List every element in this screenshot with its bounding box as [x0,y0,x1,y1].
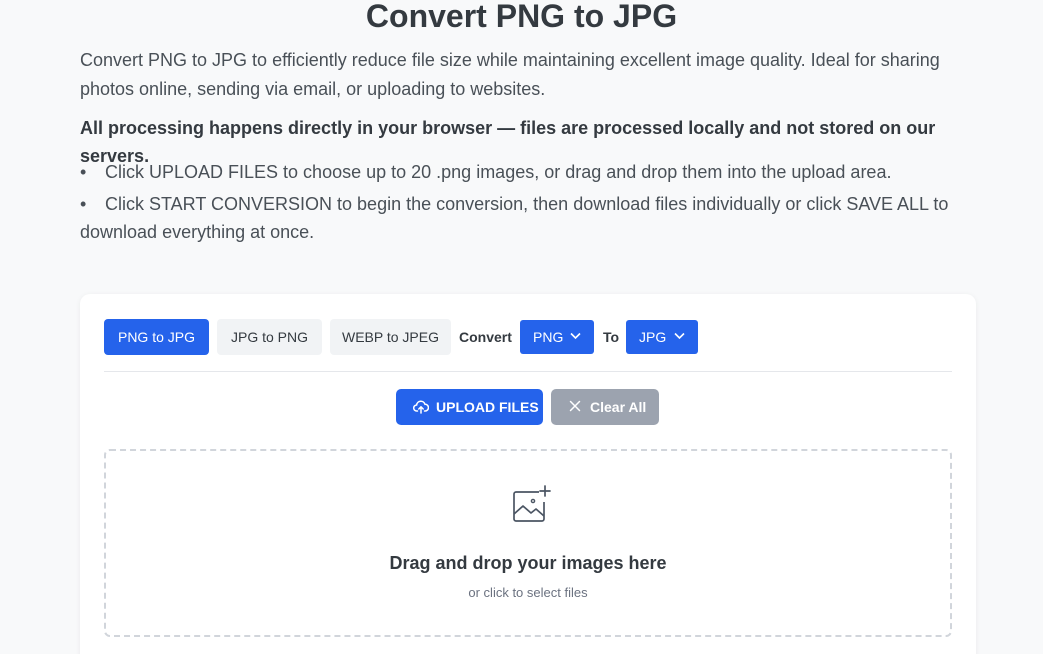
to-format-select[interactable]: JPG [626,320,698,354]
to-format-value: JPG [639,329,667,345]
drop-zone-subtitle: or click to select files [468,585,588,600]
bullet-icon: • [80,194,87,214]
to-label: To [603,329,620,345]
convert-label: Convert [459,329,512,345]
page: Convert PNG to JPG Convert PNG to JPG to… [0,0,1043,654]
image-add-icon [513,485,551,522]
clear-all-label: Clear All [590,399,647,415]
converter-tabs-bar: PNG to JPG JPG to PNG WEBP to JPEG Conve… [104,319,952,372]
drop-zone-title: Drag and drop your images here [389,553,667,573]
instruction-item: • Click UPLOAD FILES to choose up to 20 .… [80,158,960,186]
bullet-icon: • [80,162,87,182]
tab-webp-to-jpeg[interactable]: WEBP to JPEG [330,319,451,355]
page-title: Convert PNG to JPG [365,0,678,34]
intro-text: Convert PNG to JPG to efficiently reduce… [80,50,940,99]
tab-png-to-jpg[interactable]: PNG to JPG [104,319,209,355]
upload-files-button[interactable]: UPLOAD FILES [396,389,543,425]
clear-all-button[interactable]: Clear All [551,389,659,425]
from-format-select[interactable]: PNG [520,320,594,354]
instruction-text: Click UPLOAD FILES to choose up to 20 .p… [105,162,892,182]
from-format-value: PNG [533,329,564,345]
converter-card: PNG to JPG JPG to PNG WEBP to JPEG Conve… [80,294,976,654]
chevron-down-icon [674,332,685,340]
upload-files-label: UPLOAD FILES [436,399,539,415]
instructions-list: • Click UPLOAD FILES to choose up to 20 .… [80,158,960,250]
close-icon [569,400,581,412]
drop-zone[interactable]: Drag and drop your images here or click … [104,449,952,637]
tab-jpg-to-png[interactable]: JPG to PNG [217,319,322,355]
instruction-item: • Click START CONVERSION to begin the con… [80,190,960,246]
instruction-text: Click START CONVERSION to begin the conv… [80,194,949,242]
chevron-down-icon [570,332,581,340]
cloud-upload-icon [413,400,429,414]
